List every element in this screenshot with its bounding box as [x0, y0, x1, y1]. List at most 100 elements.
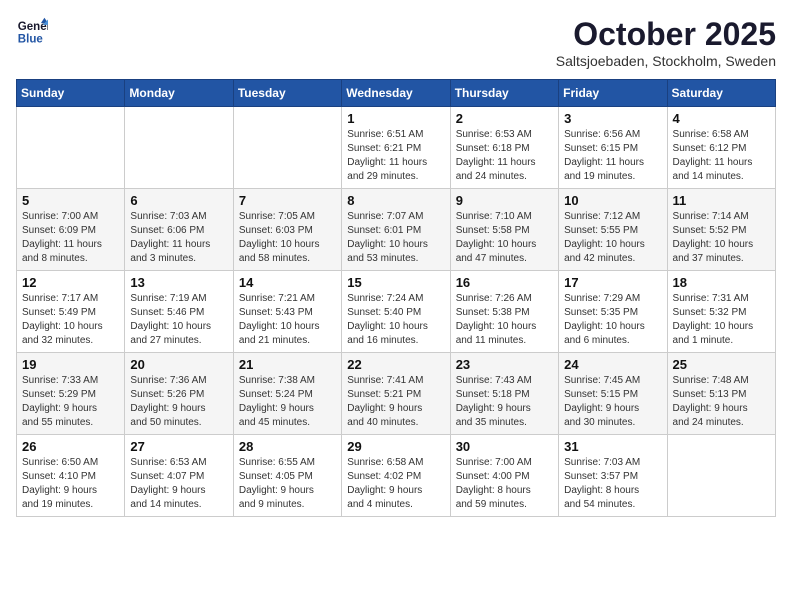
calendar-table: SundayMondayTuesdayWednesdayThursdayFrid…: [16, 79, 776, 517]
weekday-header-row: SundayMondayTuesdayWednesdayThursdayFrid…: [17, 80, 776, 107]
logo-icon: General Blue: [16, 16, 48, 48]
day-number: 16: [456, 275, 553, 290]
calendar-cell: 29Sunrise: 6:58 AM Sunset: 4:02 PM Dayli…: [342, 435, 450, 517]
day-info: Sunrise: 7:00 AM Sunset: 6:09 PM Dayligh…: [22, 210, 119, 266]
day-info: Sunrise: 6:53 AM Sunset: 6:18 PM Dayligh…: [456, 128, 553, 184]
day-number: 1: [347, 111, 444, 126]
calendar-cell: 27Sunrise: 6:53 AM Sunset: 4:07 PM Dayli…: [125, 435, 233, 517]
day-number: 4: [673, 111, 770, 126]
calendar-cell: 28 Sunrise: 6:55 AM Sunset: 4:05 PM Dayli…: [233, 435, 341, 517]
day-info: Sunrise: 7:48 AM Sunset: 5:13 PM Dayligh…: [673, 374, 770, 430]
calendar-cell: 13 Sunrise: 7:19 AM Sunset: 5:46 PM Dayli…: [125, 271, 233, 353]
day-number: 24: [564, 357, 661, 372]
calendar-cell: 18 Sunrise: 7:31 AM Sunset: 5:32 PM Dayli…: [667, 271, 775, 353]
location: Saltsjoebaden, Stockholm, Sweden: [556, 53, 776, 69]
day-number: 10: [564, 193, 661, 208]
day-info: Sunrise: 7:05 AM Sunset: 6:03 PM Dayligh…: [239, 210, 336, 266]
day-number: 2: [456, 111, 553, 126]
day-info: Sunrise: 7:03 AM Sunset: 6:06 PM Dayligh…: [130, 210, 227, 266]
calendar-week-row: 1 Sunrise: 6:51 AM Sunset: 6:21 PM Daylig…: [17, 107, 776, 189]
day-info: Sunrise: 6:50 AM Sunset: 4:10 PM Dayligh…: [22, 456, 119, 512]
weekday-header-saturday: Saturday: [667, 80, 775, 107]
day-number: 15: [347, 275, 444, 290]
calendar-cell: 9 Sunrise: 7:10 AM Sunset: 5:58 PM Daylig…: [450, 189, 558, 271]
day-info: Sunrise: 6:53 AM Sunset: 4:07 PM Dayligh…: [130, 456, 227, 512]
day-number: 3: [564, 111, 661, 126]
day-info: Sunrise: 6:51 AM Sunset: 6:21 PM Dayligh…: [347, 128, 444, 184]
day-info: Sunrise: 7:00 AM Sunset: 4:00 PM Dayligh…: [456, 456, 553, 512]
calendar-cell: 26Sunrise: 6:50 AM Sunset: 4:10 PM Dayli…: [17, 435, 125, 517]
day-number: 5: [22, 193, 119, 208]
day-info: Sunrise: 7:19 AM Sunset: 5:46 PM Dayligh…: [130, 292, 227, 348]
day-number: 6: [130, 193, 227, 208]
day-number: 22: [347, 357, 444, 372]
calendar-cell: 10 Sunrise: 7:12 AM Sunset: 5:55 PM Dayli…: [559, 189, 667, 271]
calendar-cell: 15Sunrise: 7:24 AM Sunset: 5:40 PM Dayli…: [342, 271, 450, 353]
calendar-cell: 7 Sunrise: 7:05 AM Sunset: 6:03 PM Daylig…: [233, 189, 341, 271]
calendar-cell: 4 Sunrise: 6:58 AM Sunset: 6:12 PM Daylig…: [667, 107, 775, 189]
calendar-cell: 31 Sunrise: 7:03 AM Sunset: 3:57 PM Dayli…: [559, 435, 667, 517]
calendar-cell: 30 Sunrise: 7:00 AM Sunset: 4:00 PM Dayli…: [450, 435, 558, 517]
calendar-cell: 3 Sunrise: 6:56 AM Sunset: 6:15 PM Daylig…: [559, 107, 667, 189]
calendar-week-row: 19Sunrise: 7:33 AM Sunset: 5:29 PM Dayli…: [17, 353, 776, 435]
day-number: 21: [239, 357, 336, 372]
day-info: Sunrise: 7:43 AM Sunset: 5:18 PM Dayligh…: [456, 374, 553, 430]
day-info: Sunrise: 7:41 AM Sunset: 5:21 PM Dayligh…: [347, 374, 444, 430]
day-number: 17: [564, 275, 661, 290]
day-number: 19: [22, 357, 119, 372]
day-number: 7: [239, 193, 336, 208]
weekday-header-wednesday: Wednesday: [342, 80, 450, 107]
calendar-cell: 16 Sunrise: 7:26 AM Sunset: 5:38 PM Dayli…: [450, 271, 558, 353]
calendar-cell: 14Sunrise: 7:21 AM Sunset: 5:43 PM Dayli…: [233, 271, 341, 353]
day-info: Sunrise: 7:26 AM Sunset: 5:38 PM Dayligh…: [456, 292, 553, 348]
day-info: Sunrise: 7:38 AM Sunset: 5:24 PM Dayligh…: [239, 374, 336, 430]
calendar-week-row: 12Sunrise: 7:17 AM Sunset: 5:49 PM Dayli…: [17, 271, 776, 353]
calendar-cell: 1 Sunrise: 6:51 AM Sunset: 6:21 PM Daylig…: [342, 107, 450, 189]
calendar-week-row: 5 Sunrise: 7:00 AM Sunset: 6:09 PM Daylig…: [17, 189, 776, 271]
weekday-header-tuesday: Tuesday: [233, 80, 341, 107]
day-info: Sunrise: 7:21 AM Sunset: 5:43 PM Dayligh…: [239, 292, 336, 348]
calendar-cell: 21 Sunrise: 7:38 AM Sunset: 5:24 PM Dayli…: [233, 353, 341, 435]
day-info: Sunrise: 7:10 AM Sunset: 5:58 PM Dayligh…: [456, 210, 553, 266]
day-info: Sunrise: 7:03 AM Sunset: 3:57 PM Dayligh…: [564, 456, 661, 512]
day-info: Sunrise: 7:14 AM Sunset: 5:52 PM Dayligh…: [673, 210, 770, 266]
day-number: 8: [347, 193, 444, 208]
calendar-cell: 11Sunrise: 7:14 AM Sunset: 5:52 PM Dayli…: [667, 189, 775, 271]
month-title: October 2025: [556, 16, 776, 53]
weekday-header-thursday: Thursday: [450, 80, 558, 107]
calendar-cell: 20 Sunrise: 7:36 AM Sunset: 5:26 PM Dayli…: [125, 353, 233, 435]
title-block: October 2025 Saltsjoebaden, Stockholm, S…: [556, 16, 776, 69]
day-info: Sunrise: 7:07 AM Sunset: 6:01 PM Dayligh…: [347, 210, 444, 266]
calendar-week-row: 26Sunrise: 6:50 AM Sunset: 4:10 PM Dayli…: [17, 435, 776, 517]
day-info: Sunrise: 7:45 AM Sunset: 5:15 PM Dayligh…: [564, 374, 661, 430]
day-number: 31: [564, 439, 661, 454]
day-number: 13: [130, 275, 227, 290]
day-info: Sunrise: 7:17 AM Sunset: 5:49 PM Dayligh…: [22, 292, 119, 348]
day-info: Sunrise: 7:36 AM Sunset: 5:26 PM Dayligh…: [130, 374, 227, 430]
day-number: 18: [673, 275, 770, 290]
day-info: Sunrise: 7:12 AM Sunset: 5:55 PM Dayligh…: [564, 210, 661, 266]
calendar-cell: 17 Sunrise: 7:29 AM Sunset: 5:35 PM Dayli…: [559, 271, 667, 353]
page-header: General Blue October 2025 Saltsjoebaden,…: [16, 16, 776, 69]
calendar-cell: 12Sunrise: 7:17 AM Sunset: 5:49 PM Dayli…: [17, 271, 125, 353]
day-info: Sunrise: 6:56 AM Sunset: 6:15 PM Dayligh…: [564, 128, 661, 184]
calendar-cell: 24 Sunrise: 7:45 AM Sunset: 5:15 PM Dayli…: [559, 353, 667, 435]
calendar-cell: 8 Sunrise: 7:07 AM Sunset: 6:01 PM Daylig…: [342, 189, 450, 271]
day-info: Sunrise: 7:29 AM Sunset: 5:35 PM Dayligh…: [564, 292, 661, 348]
calendar-cell: 5 Sunrise: 7:00 AM Sunset: 6:09 PM Daylig…: [17, 189, 125, 271]
calendar-cell: [667, 435, 775, 517]
day-number: 20: [130, 357, 227, 372]
weekday-header-friday: Friday: [559, 80, 667, 107]
day-info: Sunrise: 6:58 AM Sunset: 6:12 PM Dayligh…: [673, 128, 770, 184]
calendar-cell: 23 Sunrise: 7:43 AM Sunset: 5:18 PM Dayli…: [450, 353, 558, 435]
day-number: 25: [673, 357, 770, 372]
day-number: 28: [239, 439, 336, 454]
day-number: 9: [456, 193, 553, 208]
calendar-cell: 19Sunrise: 7:33 AM Sunset: 5:29 PM Dayli…: [17, 353, 125, 435]
day-number: 23: [456, 357, 553, 372]
day-info: Sunrise: 6:55 AM Sunset: 4:05 PM Dayligh…: [239, 456, 336, 512]
logo: General Blue: [16, 16, 48, 48]
calendar-cell: 25 Sunrise: 7:48 AM Sunset: 5:13 PM Dayli…: [667, 353, 775, 435]
day-number: 30: [456, 439, 553, 454]
day-info: Sunrise: 7:31 AM Sunset: 5:32 PM Dayligh…: [673, 292, 770, 348]
